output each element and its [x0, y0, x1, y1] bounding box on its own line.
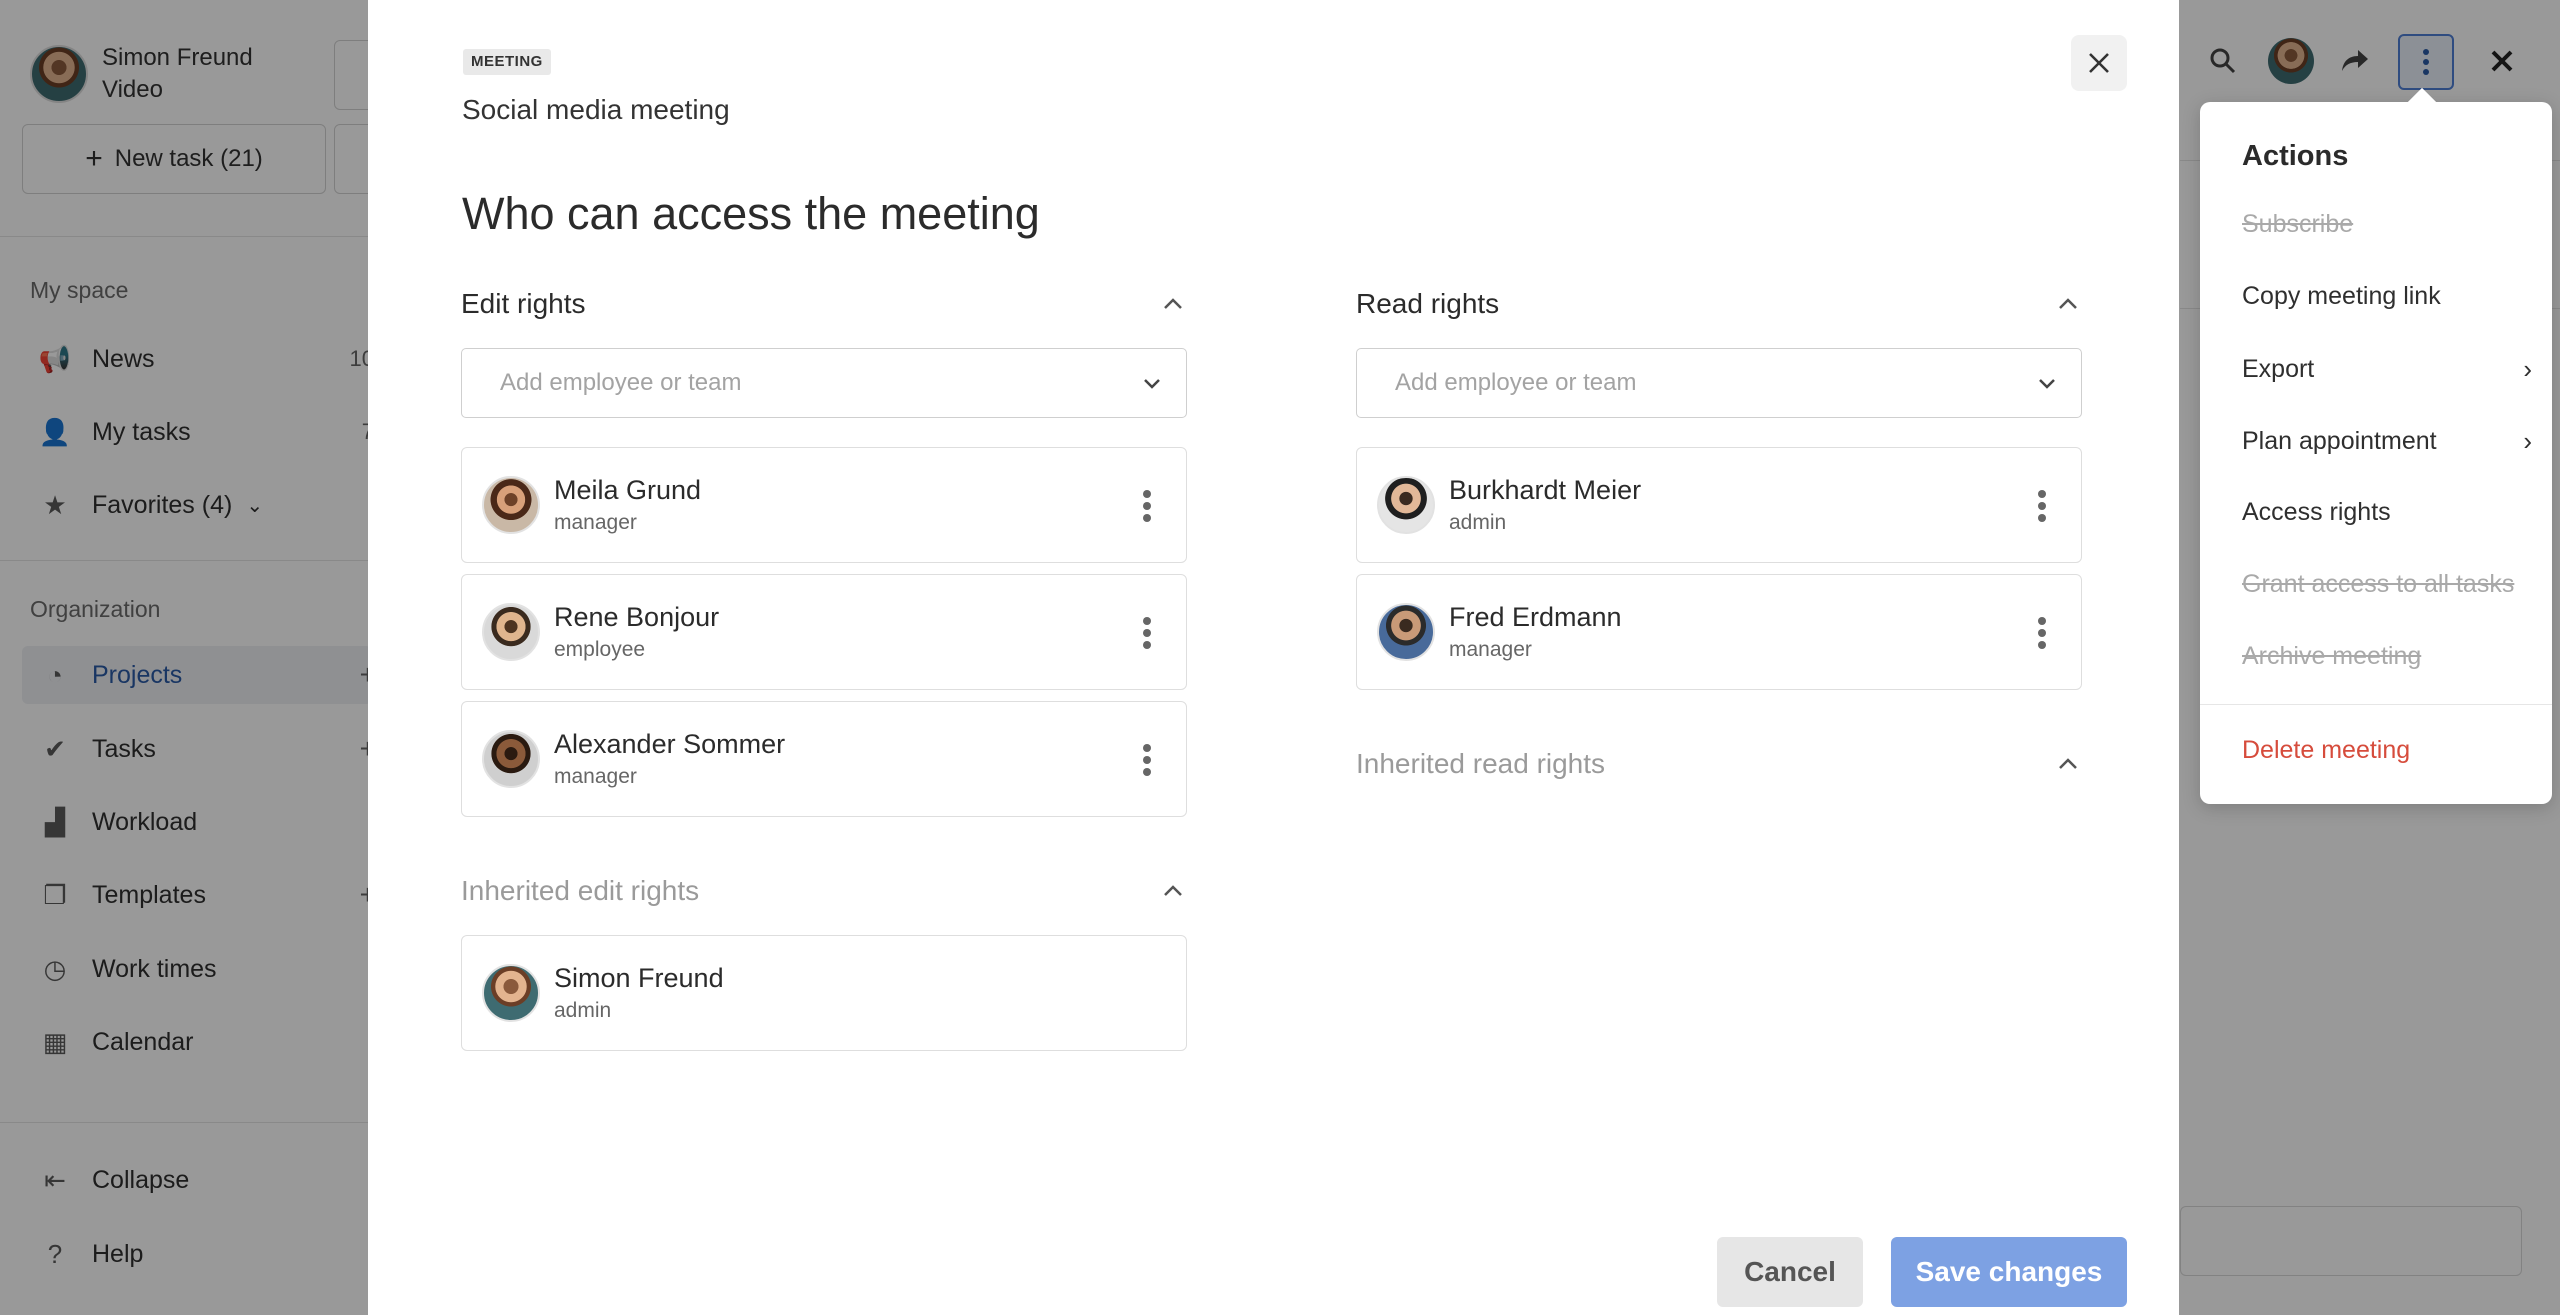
person-card: Rene Bonjour employee: [461, 574, 1187, 690]
avatar: [482, 603, 540, 661]
chevron-up-icon[interactable]: [2054, 290, 2082, 318]
menu-item-copy-meeting-link[interactable]: Copy meeting link: [2242, 282, 2532, 311]
person-card: Meila Grund manager: [461, 447, 1187, 563]
person-role: manager: [1449, 638, 1532, 661]
person-role: employee: [554, 638, 646, 661]
menu-item-archive-meeting: Archive meeting: [2242, 642, 2422, 670]
person-card: Burkhardt Meier admin: [1356, 447, 2082, 563]
kebab-icon[interactable]: [1142, 617, 1152, 649]
actions-menu: Actions Subscribe Copy meeting link Expo…: [2200, 102, 2552, 804]
chevron-up-icon[interactable]: [1159, 877, 1187, 905]
edit-rights-header[interactable]: Edit rights: [461, 284, 1187, 324]
chevron-right-icon: ›: [2523, 354, 2532, 384]
chevron-down-icon: [1138, 370, 1166, 398]
chevron-down-icon: [2033, 370, 2061, 398]
person-card: Simon Freund admin: [461, 935, 1187, 1051]
person-name: Fred Erdmann: [1449, 602, 1622, 632]
person-name: Alexander Sommer: [554, 729, 786, 759]
read-rights-section: Read rights Add employee or team Burkhar…: [1356, 284, 2082, 784]
menu-item-delete-meeting[interactable]: Delete meeting: [2242, 736, 2532, 765]
person-name: Rene Bonjour: [554, 602, 720, 632]
menu-item-access-rights[interactable]: Access rights: [2242, 498, 2532, 527]
modal-title: Who can access the meeting: [462, 188, 1040, 239]
save-changes-button[interactable]: Save changes: [1891, 1237, 2127, 1307]
kebab-icon[interactable]: [2037, 617, 2047, 649]
inherited-read-rights-header[interactable]: Inherited read rights: [1356, 744, 2082, 784]
access-rights-modal: MEETING Social media meeting Who can acc…: [368, 0, 2179, 1315]
inherited-edit-rights-header[interactable]: Inherited edit rights: [461, 871, 1187, 911]
cancel-button[interactable]: Cancel: [1717, 1237, 1863, 1307]
person-role: admin: [1449, 511, 1507, 534]
modal-close-button[interactable]: [2071, 35, 2127, 91]
read-rights-placeholder: Add employee or team: [1395, 369, 1637, 396]
close-icon: [2089, 53, 2109, 73]
person-card: Alexander Sommer manager: [461, 701, 1187, 817]
person-role: manager: [554, 511, 637, 534]
menu-item-subscribe: Subscribe: [2242, 210, 2354, 238]
menu-item-plan-appointment[interactable]: Plan appointment ›: [2242, 426, 2532, 457]
actions-menu-title: Actions: [2242, 140, 2349, 172]
menu-item-export[interactable]: Export ›: [2242, 354, 2532, 385]
chevron-up-icon[interactable]: [2054, 750, 2082, 778]
divider: [2200, 704, 2552, 705]
kebab-icon[interactable]: [1142, 744, 1152, 776]
chevron-up-icon[interactable]: [1159, 290, 1187, 318]
avatar: [482, 476, 540, 534]
meeting-badge: MEETING: [463, 49, 551, 75]
kebab-icon[interactable]: [1142, 490, 1152, 522]
avatar: [1377, 603, 1435, 661]
read-rights-select[interactable]: Add employee or team: [1356, 348, 2082, 418]
person-name: Simon Freund: [554, 963, 724, 993]
person-card: Fred Erdmann manager: [1356, 574, 2082, 690]
edit-rights-placeholder: Add employee or team: [500, 369, 742, 396]
avatar: [1377, 476, 1435, 534]
avatar: [482, 964, 540, 1022]
avatar: [482, 730, 540, 788]
person-name: Burkhardt Meier: [1449, 475, 1642, 505]
read-rights-header[interactable]: Read rights: [1356, 284, 2082, 324]
person-name: Meila Grund: [554, 475, 702, 505]
edit-rights-section: Edit rights Add employee or team Meila G…: [461, 284, 1187, 1051]
person-role: admin: [554, 999, 612, 1022]
chevron-right-icon: ›: [2523, 426, 2532, 456]
meeting-name: Social media meeting: [462, 94, 730, 125]
person-role: manager: [554, 765, 637, 788]
kebab-icon[interactable]: [2037, 490, 2047, 522]
menu-item-grant-access: Grant access to all tasks: [2242, 570, 2515, 598]
edit-rights-select[interactable]: Add employee or team: [461, 348, 1187, 418]
